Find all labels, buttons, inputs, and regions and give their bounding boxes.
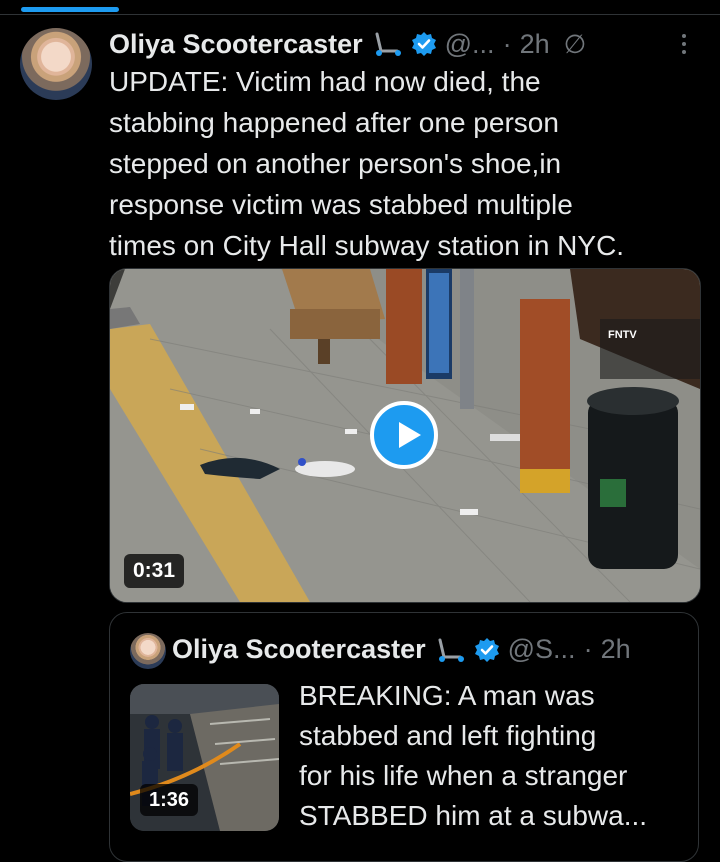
play-icon[interactable] [370, 401, 438, 469]
tweet-header: Oliya Scootercaster @... · 2h ∅ [109, 26, 709, 62]
quoted-video-duration: 1:36 [140, 784, 199, 816]
scooter-icon [438, 638, 464, 662]
separator: · [502, 28, 512, 59]
author-handle[interactable]: @... [445, 29, 495, 60]
quoted-video-thumbnail[interactable]: 1:36 [130, 684, 279, 831]
author-name[interactable]: Oliya Scootercaster [109, 29, 363, 60]
muted-icon: ∅ [563, 28, 587, 59]
video-duration: 0:31 [124, 554, 185, 588]
quoted-tweet-time: 2h [600, 634, 631, 664]
quoted-tweet-header: Oliya Scootercaster @S... · 2h [172, 634, 631, 665]
tweet-time[interactable]: 2h [520, 29, 550, 60]
quoted-author-name: Oliya Scootercaster [172, 634, 426, 664]
quoted-avatar [130, 633, 166, 669]
separator: · [583, 634, 593, 664]
verified-badge-icon [411, 32, 436, 56]
more-options-icon[interactable] [676, 30, 692, 60]
avatar[interactable] [20, 28, 92, 100]
verified-badge-icon [474, 637, 499, 662]
top-divider [0, 0, 720, 15]
video-player[interactable]: FNTV 0:31 [109, 268, 701, 603]
tweet-text: UPDATE: Victim had now died, the stabbin… [109, 66, 625, 261]
video-watermark: FNTV [608, 329, 637, 341]
quoted-author-handle: @S... [507, 634, 576, 664]
scooter-icon [375, 32, 401, 56]
quoted-tweet-text: BREAKING: A man was stabbed and left fig… [299, 680, 648, 831]
tab-indicator [21, 7, 119, 12]
